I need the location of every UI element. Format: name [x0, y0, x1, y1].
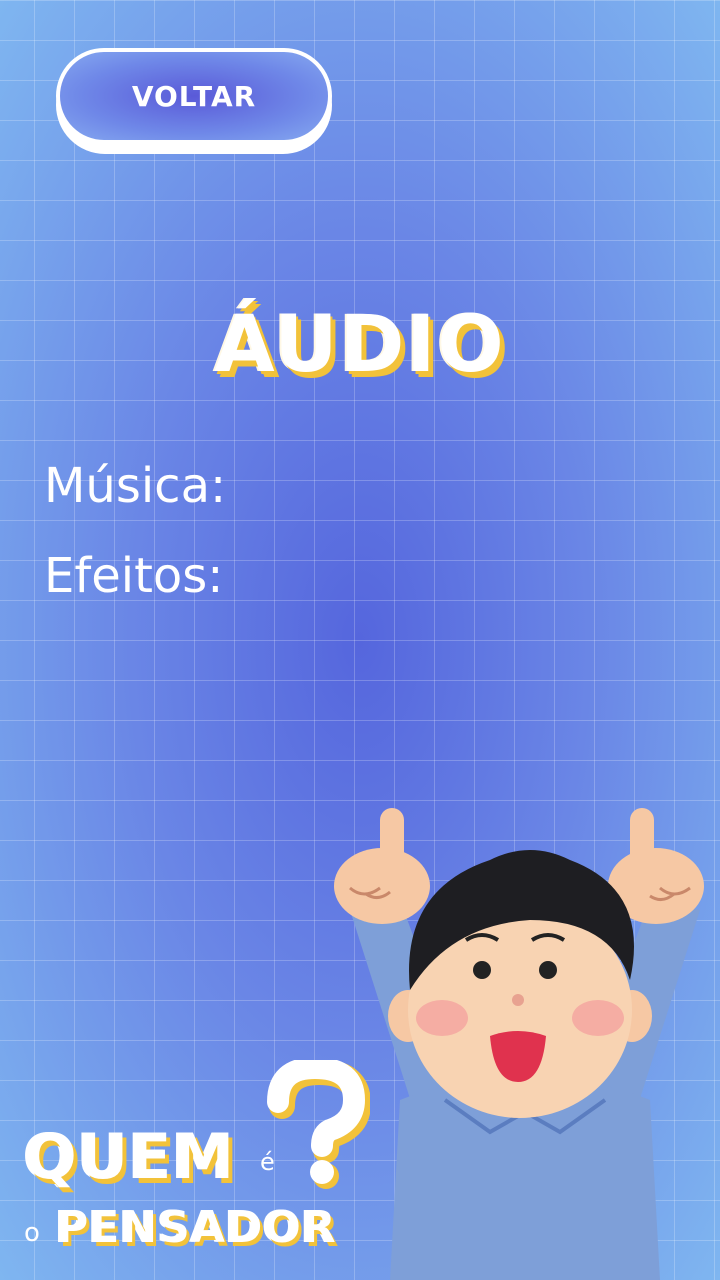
back-button-face[interactable]: VOLTAR [56, 48, 332, 144]
back-button[interactable]: VOLTAR [56, 48, 332, 154]
pointing-boy-illustration [334, 808, 704, 1280]
logo-small-o: o [24, 1218, 40, 1248]
effects-volume-label: Efeitos: [44, 548, 224, 604]
logo-word-quem: QUEM [24, 1120, 236, 1193]
logo-word-pensador: PENSADOR [56, 1202, 337, 1253]
music-volume-label: Música: [44, 458, 227, 514]
question-mark-icon [267, 1060, 370, 1189]
logo-small-e: é [260, 1148, 275, 1176]
page-title: ÁUDIO [214, 300, 506, 390]
back-button-label: VOLTAR [131, 79, 257, 113]
game-logo: QUEM é o PENSADOR [20, 1060, 380, 1270]
